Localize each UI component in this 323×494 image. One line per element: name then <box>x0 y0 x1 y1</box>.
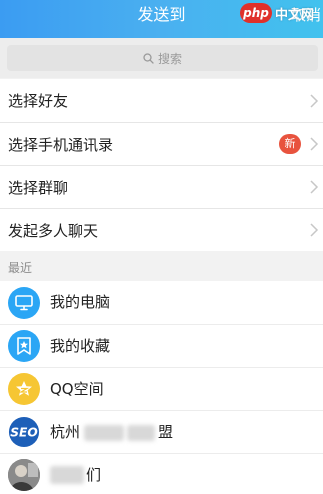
menu-item-select-contacts[interactable]: 选择手机通讯录 新 <box>0 122 323 165</box>
menu-item-label: 选择手机通讯录 <box>8 135 114 154</box>
recent-section-label: 最近 <box>0 255 323 281</box>
recent-item-my-computer[interactable]: 我的电脑 <box>0 281 323 324</box>
menu-item-start-group-chat[interactable]: 发起多人聊天 <box>0 208 323 251</box>
recent-item-name: QQ空间 <box>50 380 104 398</box>
recent-item-name: 我的电脑 <box>50 293 111 311</box>
watermark-logo: php 中文网 <box>240 2 322 24</box>
recent-item-group-photo[interactable]: 们 <box>0 453 323 494</box>
menu-item-label: 发起多人聊天 <box>8 221 99 240</box>
share-target-menu: 选择好友 选择手机通讯录 新 选择群聊 发起多人聊天 <box>0 79 323 251</box>
redacted-blur <box>127 425 155 441</box>
seo-avatar-icon: SEO <box>8 416 40 448</box>
menu-item-label: 选择群聊 <box>8 178 69 197</box>
chevron-right-icon <box>310 93 319 108</box>
menu-item-select-friends[interactable]: 选择好友 <box>0 79 323 122</box>
recent-item-my-favorites[interactable]: 我的收藏 <box>0 324 323 367</box>
svg-text:SEO: SEO <box>10 426 38 440</box>
computer-icon <box>8 286 40 319</box>
qzone-star-icon <box>8 373 40 405</box>
new-badge: 新 <box>279 134 301 154</box>
favorite-icon <box>8 330 40 362</box>
recent-item-name: 我的收藏 <box>50 337 111 355</box>
recent-item-name-end: 们 <box>86 466 102 484</box>
recent-item-qzone[interactable]: QQ空间 <box>0 367 323 410</box>
chevron-right-icon <box>310 223 319 237</box>
watermark-text: 中文网 <box>275 7 315 23</box>
redacted-blur <box>84 425 124 441</box>
php-logo-badge: php <box>240 3 272 23</box>
menu-item-label: 选择好友 <box>8 92 69 110</box>
chevron-right-icon <box>310 137 319 151</box>
menu-item-select-groups[interactable]: 选择群聊 <box>0 165 323 208</box>
photo-avatar-icon <box>8 459 40 491</box>
search-icon <box>143 52 154 64</box>
recent-item-name-end: 盟 <box>158 423 174 441</box>
header-bar: 发送到 取消 php 中文网 <box>0 0 323 38</box>
recent-item-group-hangzhou[interactable]: SEO 杭州 盟 <box>0 410 323 453</box>
chevron-right-icon <box>310 180 319 194</box>
recent-list: 我的电脑 我的收藏 QQ空间 SEO 杭州 盟 们 <box>0 281 323 494</box>
search-area: 搜索 <box>0 38 323 78</box>
recent-item-name-start: 杭州 <box>50 423 81 441</box>
search-placeholder: 搜索 <box>157 51 182 66</box>
search-input[interactable]: 搜索 <box>7 45 318 71</box>
redacted-blur <box>50 466 84 484</box>
